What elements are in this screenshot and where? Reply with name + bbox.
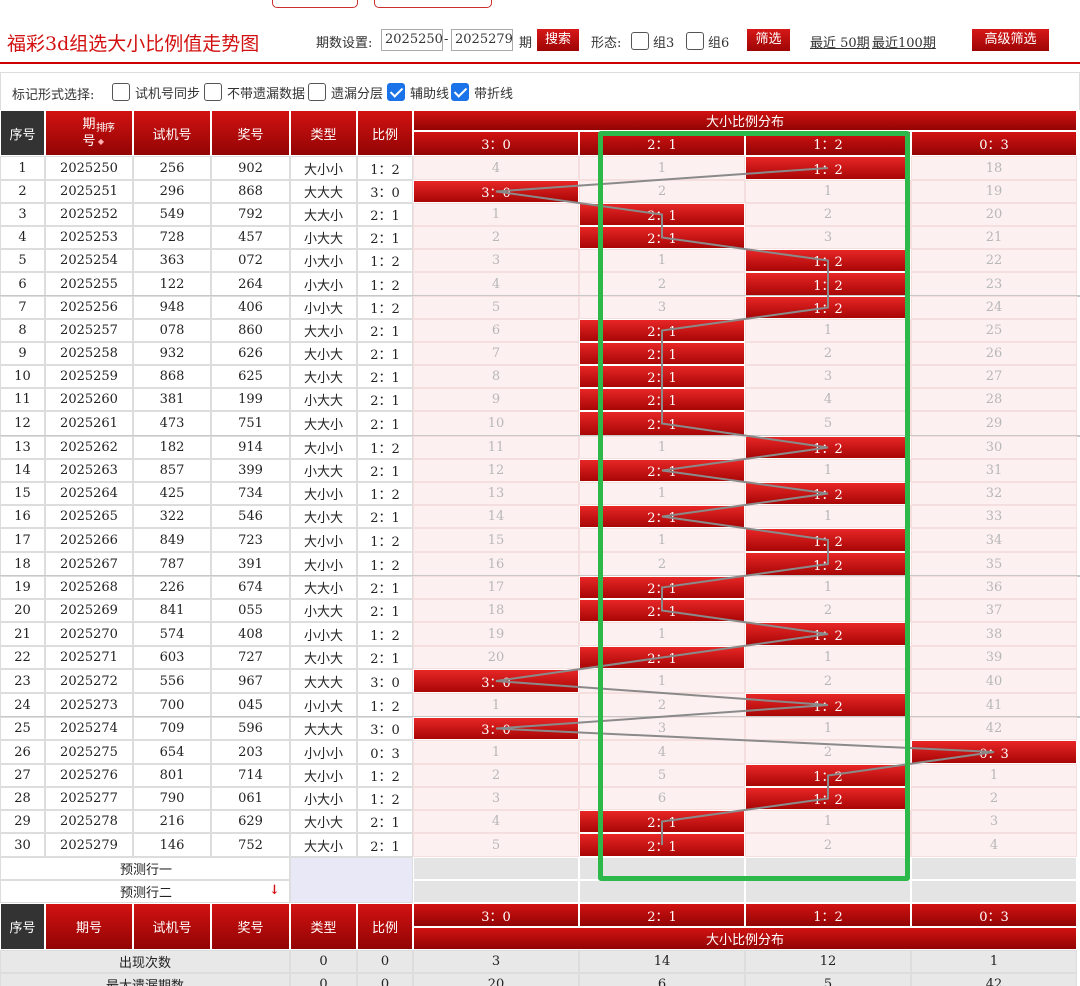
trend-polyline — [495, 167, 995, 845]
highlight-box — [598, 131, 910, 881]
